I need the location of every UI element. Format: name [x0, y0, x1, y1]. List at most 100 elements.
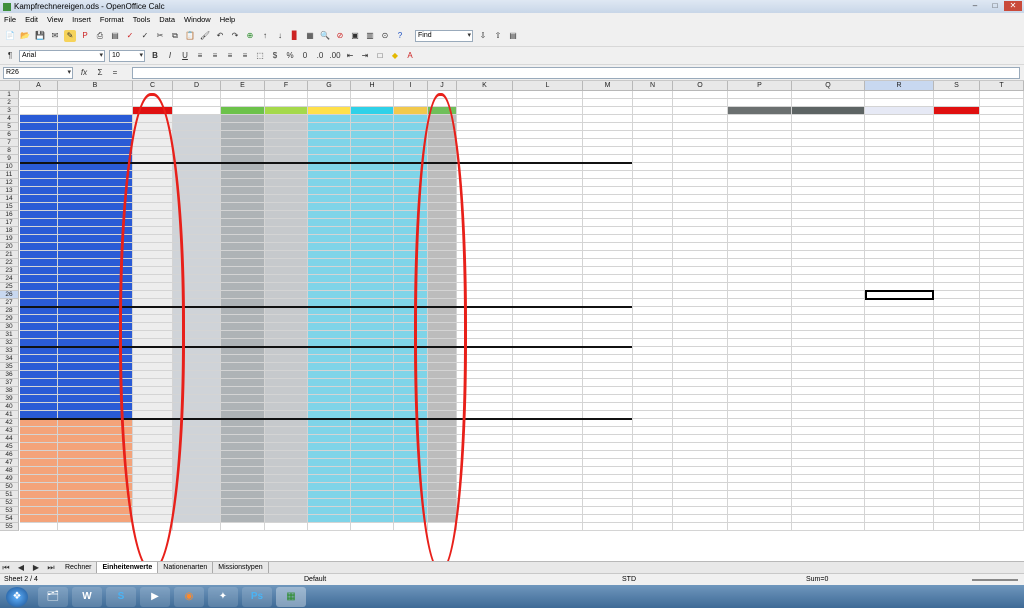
data-cell[interactable] [633, 203, 673, 211]
data-cell[interactable] [583, 171, 633, 179]
data-cell[interactable] [308, 131, 351, 139]
data-cell[interactable] [513, 243, 583, 251]
data-cell[interactable] [583, 379, 633, 387]
grid-cell[interactable] [934, 155, 980, 163]
data-cell[interactable] [221, 131, 265, 139]
data-cell[interactable] [308, 147, 351, 155]
data-cell[interactable] [394, 355, 428, 363]
data-cell[interactable] [513, 331, 583, 339]
grid-cell[interactable] [980, 451, 1024, 459]
grid-cell[interactable] [792, 155, 865, 163]
grid-cell[interactable] [792, 187, 865, 195]
data-cell[interactable] [20, 211, 58, 219]
data-cell[interactable] [633, 483, 673, 491]
grid-cell[interactable] [865, 139, 934, 147]
next-sheet-icon[interactable]: ▶ [30, 562, 42, 574]
data-cell[interactable] [457, 147, 513, 155]
data-cell[interactable] [351, 139, 394, 147]
format-paintbrush-icon[interactable]: 🖌 [199, 30, 211, 42]
data-cell[interactable] [428, 163, 457, 171]
data-cell[interactable] [265, 347, 308, 355]
data-cell[interactable] [633, 235, 673, 243]
grid-cell[interactable] [934, 171, 980, 179]
unit-type-cell[interactable] [58, 187, 133, 195]
data-cell[interactable] [221, 227, 265, 235]
data-cell[interactable] [308, 171, 351, 179]
data-cell[interactable] [394, 483, 428, 491]
data-cell[interactable] [457, 395, 513, 403]
row-header[interactable]: 14 [0, 195, 19, 203]
column-header-r[interactable]: R [865, 81, 934, 91]
data-cell[interactable] [173, 123, 221, 131]
grid-cell[interactable] [792, 435, 865, 443]
menu-edit[interactable]: Edit [25, 15, 38, 24]
data-cell[interactable] [173, 347, 221, 355]
grid-cell[interactable] [980, 163, 1024, 171]
grid-cell[interactable] [457, 91, 513, 99]
data-cell[interactable] [583, 435, 633, 443]
data-cell[interactable] [633, 123, 673, 131]
find-options-icon[interactable]: ▤ [507, 30, 519, 42]
grid-cell[interactable] [792, 459, 865, 467]
grid-cell[interactable] [980, 371, 1024, 379]
grid-cell[interactable] [934, 251, 980, 259]
data-cell[interactable] [133, 515, 173, 523]
grid-cell[interactable] [792, 235, 865, 243]
grid-cell[interactable] [728, 523, 792, 531]
data-cell[interactable] [428, 259, 457, 267]
data-cell[interactable] [173, 475, 221, 483]
grid-cell[interactable] [865, 475, 934, 483]
data-cell[interactable] [513, 435, 583, 443]
data-cell[interactable] [133, 499, 173, 507]
find-next-icon[interactable]: ⇩ [477, 30, 489, 42]
data-cell[interactable] [221, 475, 265, 483]
data-cell[interactable] [265, 403, 308, 411]
unit-type-cell[interactable] [58, 307, 133, 315]
grid-cell[interactable] [728, 203, 792, 211]
grid-cell[interactable] [673, 315, 728, 323]
unit-type-cell[interactable] [58, 427, 133, 435]
data-cell[interactable] [457, 499, 513, 507]
grid-cell[interactable] [133, 91, 173, 99]
data-cell[interactable] [428, 499, 457, 507]
grid-cell[interactable] [792, 299, 865, 307]
bold-icon[interactable]: B [149, 50, 161, 62]
row-header[interactable]: 42 [0, 419, 19, 427]
italic-icon[interactable]: I [164, 50, 176, 62]
data-cell[interactable] [457, 179, 513, 187]
data-cell[interactable] [513, 307, 583, 315]
data-cell[interactable] [583, 451, 633, 459]
data-cell[interactable] [428, 467, 457, 475]
data-cell[interactable] [428, 435, 457, 443]
data-cell[interactable] [583, 387, 633, 395]
data-cell[interactable] [133, 219, 173, 227]
grid-cell[interactable] [792, 483, 865, 491]
media-player-icon[interactable]: ▶ [140, 586, 170, 607]
grid-cell[interactable] [265, 523, 308, 531]
grid-cell[interactable] [980, 235, 1024, 243]
grid-cell[interactable] [865, 331, 934, 339]
grid-cell[interactable] [728, 99, 792, 107]
data-cell[interactable] [428, 403, 457, 411]
find-replace-icon[interactable]: 🔍 [319, 30, 331, 42]
data-cell[interactable] [173, 435, 221, 443]
row-header[interactable]: 29 [0, 315, 19, 323]
data-cell[interactable] [308, 443, 351, 451]
grid-cell[interactable] [728, 259, 792, 267]
data-cell[interactable] [133, 251, 173, 259]
data-cell[interactable] [133, 243, 173, 251]
data-cell[interactable] [133, 123, 173, 131]
grid-cell[interactable] [673, 291, 728, 299]
data-cell[interactable] [221, 139, 265, 147]
data-cell[interactable] [457, 195, 513, 203]
data-cell[interactable] [457, 259, 513, 267]
data-cell[interactable] [351, 427, 394, 435]
grid-cell[interactable] [728, 123, 792, 131]
data-cell[interactable] [428, 187, 457, 195]
column-header-j[interactable]: J [428, 81, 457, 91]
data-cell[interactable] [633, 275, 673, 283]
data-cell[interactable] [394, 323, 428, 331]
grid-cell[interactable] [728, 355, 792, 363]
undo-icon[interactable]: ↶ [214, 30, 226, 42]
data-cell[interactable] [20, 483, 58, 491]
